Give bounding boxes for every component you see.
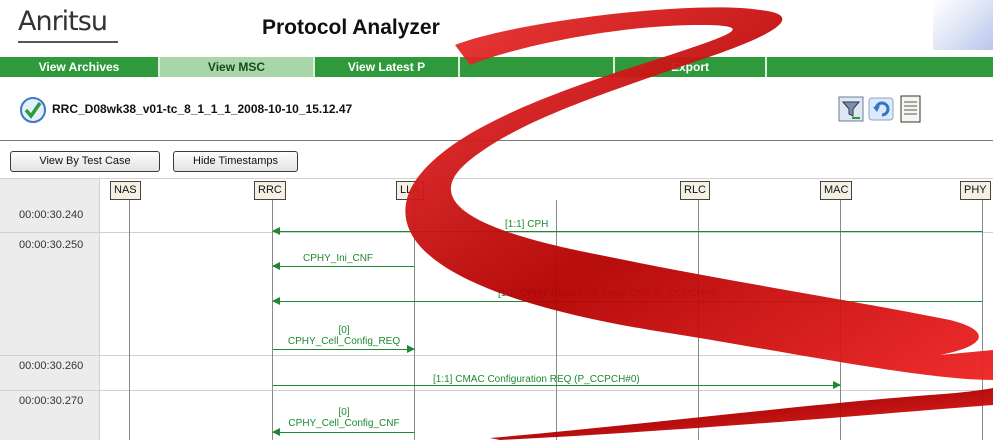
- pass-check-icon: [20, 97, 46, 123]
- message-label[interactable]: [0] CPHY_Cell_Config_REQ: [274, 325, 414, 347]
- message-arrow: [272, 297, 982, 305]
- timestamp: 00:00:30.250: [19, 239, 84, 251]
- message-label[interactable]: CPHY_Ini_CNF: [303, 253, 373, 264]
- entity-lla[interactable]: LLA: [396, 181, 424, 200]
- lifeline-rrc: [272, 200, 273, 440]
- nav-view-msc[interactable]: View MSC: [160, 57, 315, 77]
- message-arrow: [272, 227, 982, 235]
- entity-phy[interactable]: PHY: [960, 181, 991, 200]
- lifeline-rlc: [698, 200, 699, 440]
- lifeline-rlc-hidden: [556, 200, 557, 440]
- timestamp: 00:00:30.270: [19, 395, 84, 407]
- nav-export[interactable]: Export: [615, 57, 767, 77]
- logo-underline: [18, 41, 118, 43]
- msc-top-line: [0, 178, 993, 179]
- entity-mac[interactable]: MAC: [820, 181, 853, 200]
- header-decoration: [933, 0, 993, 50]
- message-label[interactable]: [0] CPHY_Cell_Config_CNF: [274, 407, 414, 429]
- timestamp: 00:00:30.260: [19, 360, 84, 372]
- message-arrow: [273, 345, 415, 353]
- main-nav: View Archives View MSC View Latest P Exp…: [0, 57, 993, 77]
- hide-timestamps-button[interactable]: Hide Timestamps: [173, 151, 298, 172]
- row-separator: [0, 355, 993, 356]
- message-label-line: [0]: [338, 407, 350, 418]
- timestamp: 00:00:30.240: [19, 209, 84, 221]
- message-label[interactable]: [1:1] CPHY Radio Link Setup CNF (P_CCPCH…: [498, 288, 718, 299]
- entity-rlc[interactable]: RLC: [680, 181, 711, 200]
- app-header: Anritsu Protocol Analyzer: [0, 0, 993, 55]
- entity-rrc[interactable]: RRC: [254, 181, 286, 200]
- filter-icon[interactable]: [838, 94, 864, 124]
- message-arrow: [273, 381, 841, 389]
- row-separator: [0, 390, 993, 391]
- message-arrow: [272, 262, 414, 270]
- lifeline-lla: [414, 200, 415, 440]
- section-divider: [0, 140, 993, 141]
- message-label[interactable]: [1:1] CMAC Configuration REQ (P_CCPCH#0): [433, 374, 640, 385]
- document-icon[interactable]: [898, 94, 924, 124]
- lifeline-mac: [840, 200, 841, 440]
- lifeline-nas: [129, 200, 130, 440]
- row-separator: [0, 232, 993, 233]
- refresh-icon[interactable]: [868, 94, 894, 124]
- nav-view-archives[interactable]: View Archives: [0, 57, 160, 77]
- message-label-line: CPHY_Cell_Config_REQ: [287, 336, 401, 347]
- nav-view-latest[interactable]: View Latest P: [315, 57, 460, 77]
- lifeline-phy: [982, 200, 983, 440]
- message-label-line: CPHY_Cell_Config_CNF: [288, 418, 400, 429]
- message-label-line: [0]: [338, 325, 350, 336]
- nav-item-blank: [767, 57, 993, 77]
- anritsu-logo: Anritsu: [18, 6, 108, 37]
- message-arrow: [272, 428, 414, 436]
- view-by-test-case-button[interactable]: View By Test Case: [10, 151, 160, 172]
- entity-nas[interactable]: NAS: [110, 181, 141, 200]
- test-case-name: RRC_D08wk38_v01-tc_8_1_1_1_2008-10-10_15…: [52, 102, 353, 116]
- nav-item-hidden[interactable]: [460, 57, 615, 77]
- page-title: Protocol Analyzer: [262, 16, 440, 39]
- message-label[interactable]: [1:1] CPH: [505, 219, 548, 230]
